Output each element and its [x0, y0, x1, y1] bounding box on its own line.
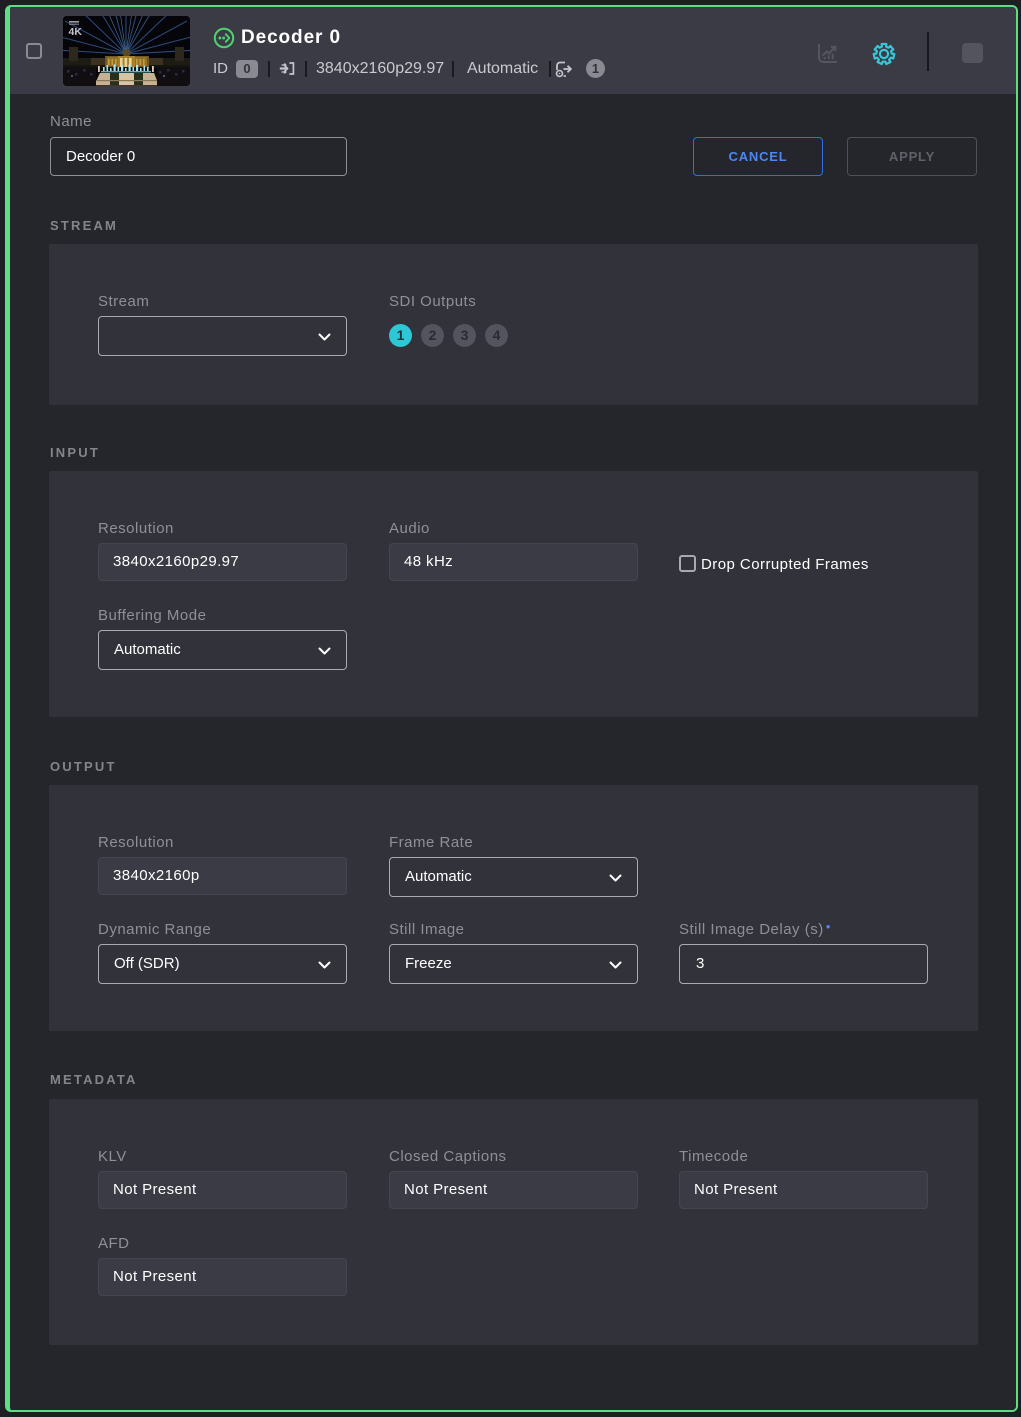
svg-text:4K: 4K [69, 26, 83, 38]
